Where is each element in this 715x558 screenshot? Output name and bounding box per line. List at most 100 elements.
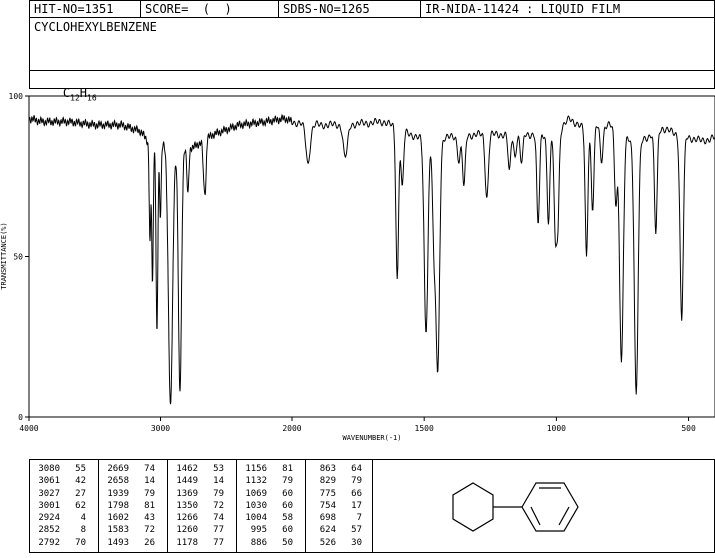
peak-wavenumber: 1939 [107, 488, 129, 499]
peak-transmittance: 53 [213, 464, 224, 474]
peak-table-row: 1462 53 [168, 463, 226, 475]
peak-table-row: 3001 62 [30, 500, 88, 512]
benzene-double-bond [558, 506, 570, 526]
peak-table-row: 1178 77 [168, 537, 226, 549]
molecule-structure [452, 482, 579, 532]
peak-table-row: 1004 58 [237, 512, 295, 524]
peak-transmittance: 74 [213, 513, 224, 524]
peak-transmittance: 43 [144, 513, 155, 524]
peak-table-row: 995 60 [237, 524, 295, 536]
peak-wavenumber: 1369 [176, 488, 198, 499]
x-tick-label: 1000 [547, 424, 566, 433]
peak-table-row: 1583 72 [99, 524, 157, 536]
peak-wavenumber: 2852 [38, 525, 60, 536]
y-tick-label: 50 [13, 253, 23, 262]
peak-transmittance: 14 [144, 476, 155, 487]
x-tick-label: 2000 [282, 424, 301, 433]
peak-transmittance: 60 [282, 488, 293, 499]
peak-wavenumber: 1449 [176, 476, 198, 487]
peak-transmittance: 55 [75, 464, 86, 474]
peak-table-row: 3080 55 [30, 463, 88, 475]
peak-transmittance: 60 [282, 525, 293, 536]
structure-box [372, 459, 715, 553]
x-tick-label: 4000 [19, 424, 38, 433]
peak-wavenumber: 1493 [107, 537, 129, 548]
peak-transmittance: 72 [213, 500, 224, 511]
peak-wavenumber: 2658 [107, 476, 129, 487]
peak-wavenumber: 1462 [176, 464, 198, 474]
x-tick-label: 500 [681, 424, 696, 433]
peak-transmittance: 64 [351, 464, 362, 474]
peak-wavenumber: 698 [319, 513, 336, 524]
peak-table-column: 863 64 829 79 775 66 754 17 698 7 624 57 526 30 [306, 460, 372, 552]
y-axis-label: TRANSMITTANCE(%) [0, 222, 8, 289]
peak-transmittance: 79 [282, 476, 293, 487]
peak-table-row: 1260 77 [168, 524, 226, 536]
peak-transmittance: 79 [351, 476, 362, 487]
peak-transmittance: 72 [144, 525, 155, 536]
peak-transmittance: 50 [282, 537, 293, 548]
peak-wavenumber: 2924 [38, 513, 60, 524]
peak-transmittance: 74 [144, 464, 155, 474]
peak-table-row: 1939 79 [99, 488, 157, 500]
peak-wavenumber: 1132 [245, 476, 267, 487]
peak-table-row: 829 79 [306, 475, 364, 487]
peak-table: 3080 55 3061 42 3027 27 3001 62 2924 4 2852 8 2792 70… [29, 459, 373, 553]
peak-wavenumber: 1350 [176, 500, 198, 511]
peak-table-row: 863 64 [306, 463, 364, 475]
peak-table-row: 1493 26 [99, 537, 157, 549]
axis-ticks: 4000 3000 2000 1500 1000 500 0 50 100 [9, 92, 696, 433]
peak-table-row: 1798 81 [99, 500, 157, 512]
peak-table-row: 2852 8 [30, 524, 88, 536]
peak-transmittance: 79 [144, 488, 155, 499]
peak-table-row: 1369 79 [168, 488, 226, 500]
peak-table-row: 526 30 [306, 537, 364, 549]
peak-wavenumber: 1004 [245, 513, 267, 524]
plot-frame [28, 95, 715, 418]
peak-table-row: 754 17 [306, 500, 364, 512]
peak-transmittance: 79 [213, 488, 224, 499]
peak-wavenumber: 1156 [245, 464, 267, 474]
peak-transmittance: 26 [144, 537, 155, 548]
peak-wavenumber: 1266 [176, 513, 198, 524]
spectrum-trace [28, 113, 715, 405]
peak-transmittance: 8 [80, 525, 86, 536]
peak-transmittance: 62 [75, 500, 86, 511]
peak-transmittance: 60 [282, 500, 293, 511]
peak-transmittance: 58 [282, 513, 293, 524]
peak-table-row: 698 7 [306, 512, 364, 524]
benzene-double-bond [530, 506, 541, 526]
peak-table-row: 3027 27 [30, 488, 88, 500]
peak-table-row: 1602 43 [99, 512, 157, 524]
peak-wavenumber: 1583 [107, 525, 129, 536]
peak-wavenumber: 3027 [38, 488, 60, 499]
peak-table-row: 1156 81 [237, 463, 295, 475]
peak-wavenumber: 3001 [38, 500, 60, 511]
peak-transmittance: 77 [213, 525, 224, 536]
peak-table-row: 1069 60 [237, 488, 295, 500]
peak-wavenumber: 886 [250, 537, 267, 548]
peak-transmittance: 42 [75, 476, 86, 487]
peak-table-column: 3080 55 3061 42 3027 27 3001 62 2924 4 2852 8 2792 70 [30, 460, 99, 552]
peak-table-row: 624 57 [306, 524, 364, 536]
peak-table-row: 1030 60 [237, 500, 295, 512]
peak-transmittance: 81 [144, 500, 155, 511]
peak-wavenumber: 2792 [38, 537, 60, 548]
y-tick-label: 0 [18, 413, 23, 422]
peak-wavenumber: 624 [319, 525, 336, 536]
peak-table-row: 2924 4 [30, 512, 88, 524]
x-tick-label: 3000 [151, 424, 170, 433]
peak-wavenumber: 754 [319, 500, 336, 511]
peak-wavenumber: 3080 [38, 464, 60, 474]
ir-spectrum-chart: 4000 3000 2000 1500 1000 500 0 50 100 WAVENUMBER… [0, 92, 715, 442]
peak-transmittance: 17 [351, 500, 362, 511]
peak-wavenumber: 1260 [176, 525, 198, 536]
peak-wavenumber: 1030 [245, 500, 267, 511]
peak-transmittance: 66 [351, 488, 362, 499]
peak-transmittance: 4 [80, 513, 86, 524]
peak-table-row: 775 66 [306, 488, 364, 500]
benzene-ring [521, 482, 579, 532]
peak-transmittance: 30 [351, 537, 362, 548]
peak-wavenumber: 995 [250, 525, 267, 536]
peak-table-row: 3061 42 [30, 475, 88, 487]
